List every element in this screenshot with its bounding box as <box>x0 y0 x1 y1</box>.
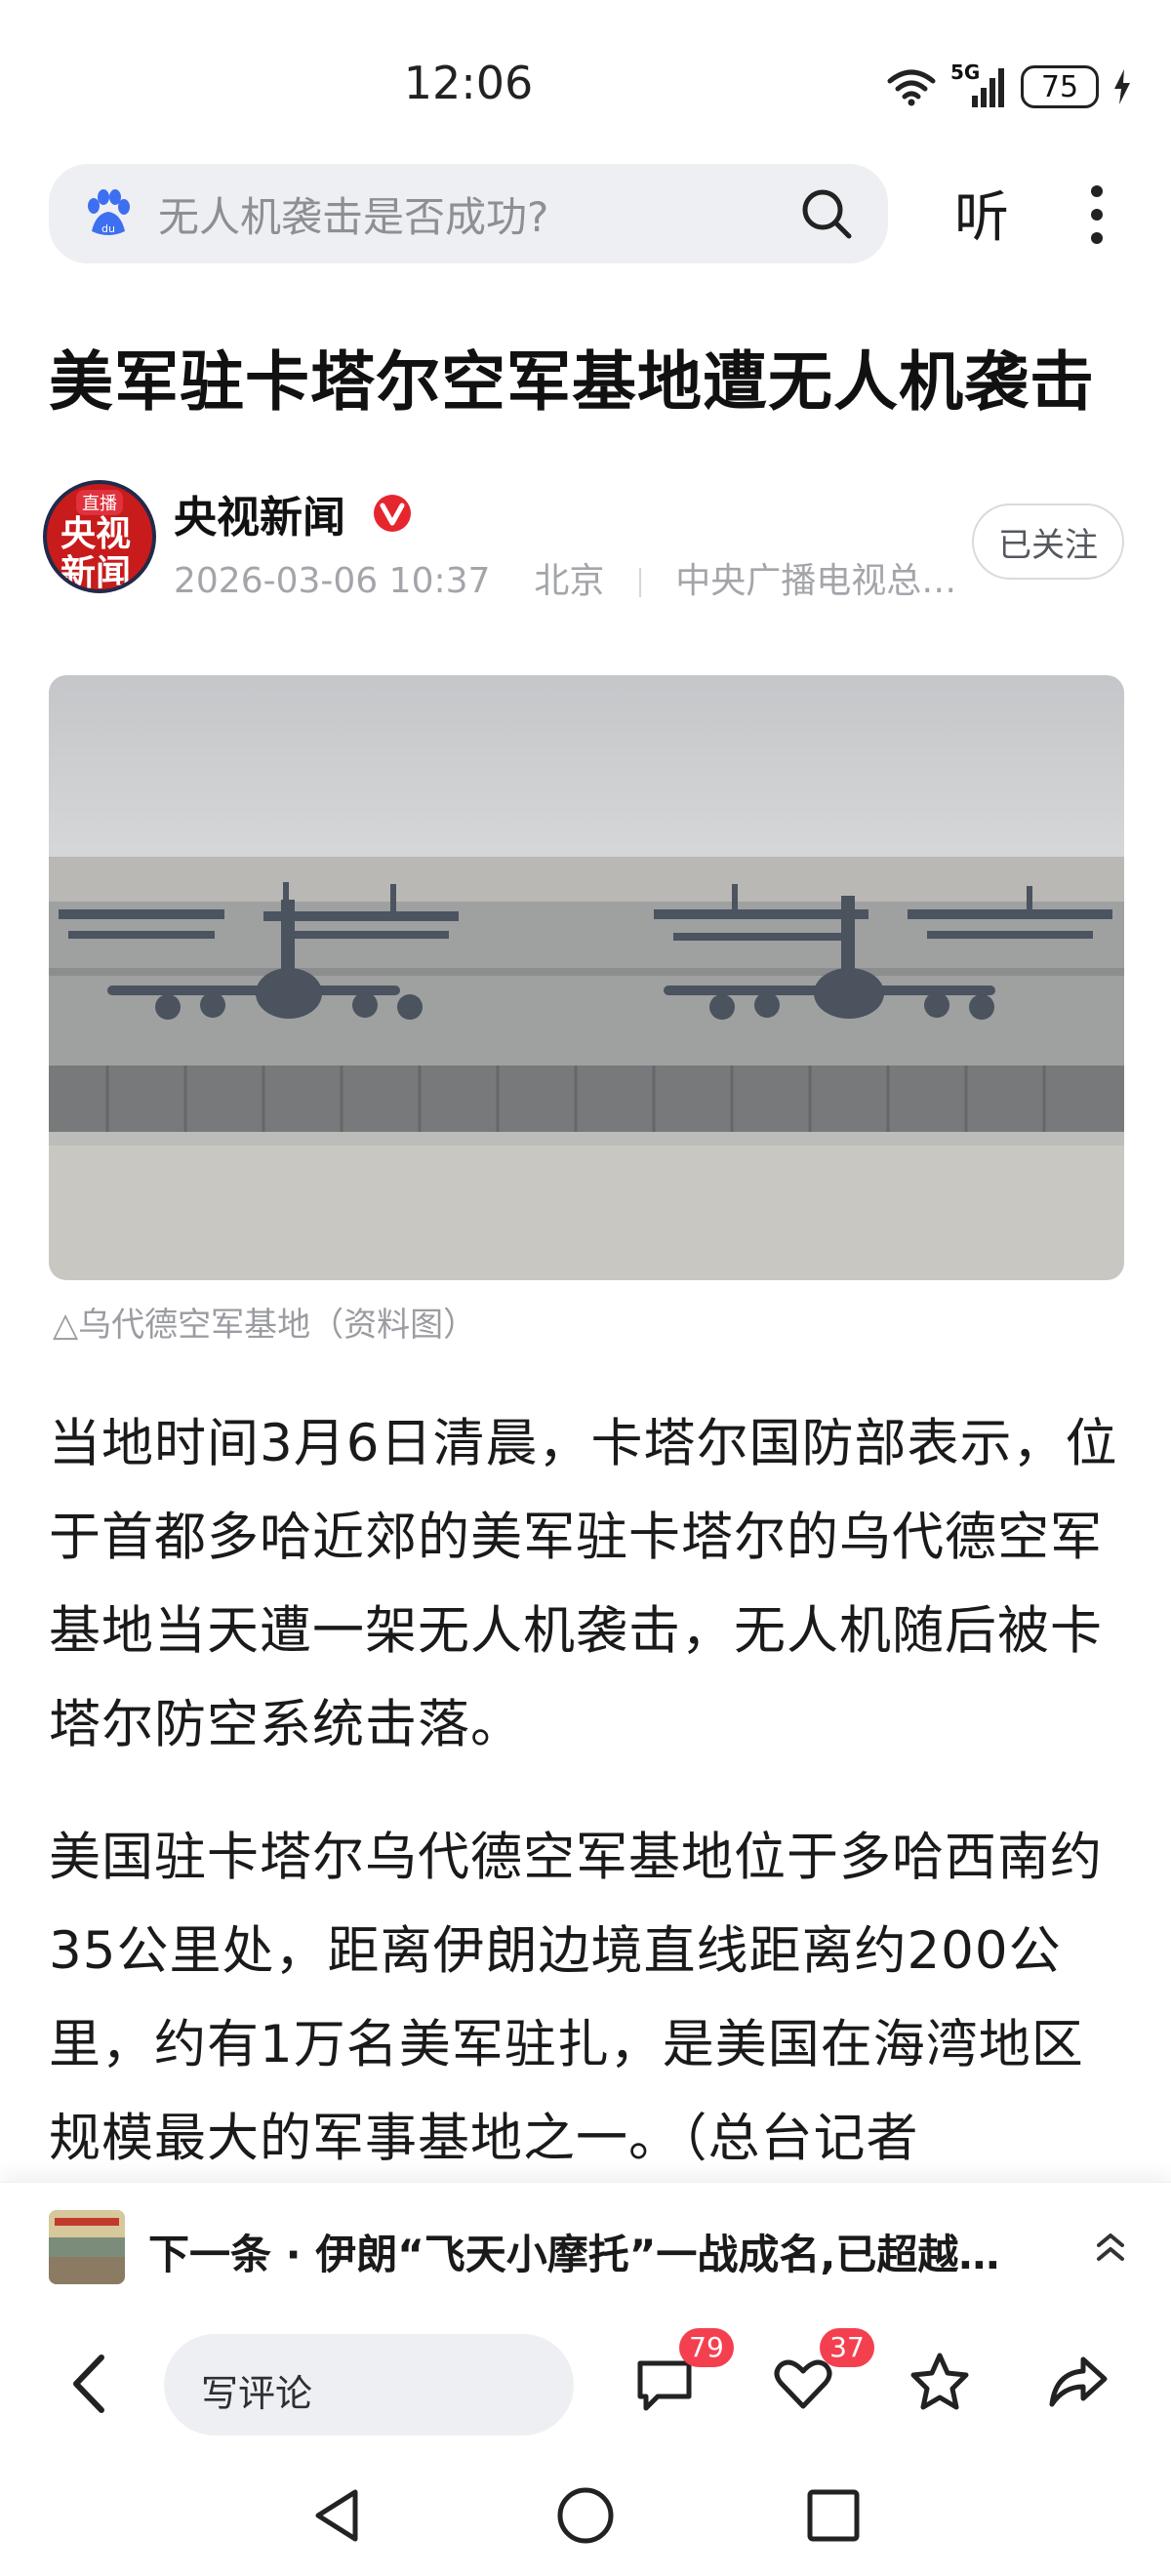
nav-back-icon[interactable] <box>306 2484 369 2547</box>
next-article-title[interactable]: 下一条 · 伊朗“飞天小摩托”一战成名,已超越… <box>148 2222 1056 2281</box>
verified-icon <box>374 495 411 532</box>
comment-count-badge: 79 <box>679 2328 734 2367</box>
comment-input[interactable]: 写评论 <box>164 2334 574 2435</box>
follow-button[interactable]: 已关注 <box>972 503 1124 580</box>
article-hero-image[interactable] <box>49 675 1124 1280</box>
double-chevron-up-icon[interactable] <box>1091 2228 1130 2267</box>
charging-icon <box>1114 69 1130 104</box>
publish-location: 北京 <box>534 561 605 601</box>
publish-date: 2026-03-06 10:37 <box>174 561 491 601</box>
network-type: 5G <box>950 60 981 84</box>
article-paragraph: 美国驻卡塔尔乌代德空军基地位于多哈西南约35公里处，距离伊朗边境直线距离约200… <box>49 1828 1103 2168</box>
search-bar[interactable]: du 无人机袭击是否成功? <box>49 164 888 263</box>
back-arrow-icon[interactable] <box>64 2350 113 2418</box>
status-icons: 5G 75 <box>886 60 1132 111</box>
wifi-icon <box>887 69 936 106</box>
battery-level: 75 <box>1040 69 1079 104</box>
listen-button[interactable]: 听 <box>954 174 1009 253</box>
article-meta: 2026-03-06 10:37 北京 中央广播电视总… <box>174 552 956 603</box>
share-icon[interactable] <box>1046 2350 1110 2414</box>
search-input[interactable]: 无人机袭击是否成功? <box>158 184 798 244</box>
article-title: 美军驻卡塔尔空军基地遭无人机袭击 <box>49 344 1095 420</box>
nav-home-icon[interactable] <box>554 2484 617 2547</box>
author-avatar[interactable]: 直播 央视 新闻 <box>43 480 156 593</box>
baidu-paw-icon: du <box>88 189 130 235</box>
system-nav-bar <box>0 2455 1171 2576</box>
star-icon[interactable] <box>908 2350 972 2414</box>
comment-placeholder: 写评论 <box>201 2372 313 2415</box>
like-count-badge: 37 <box>820 2328 874 2367</box>
svg-text:du: du <box>101 222 115 235</box>
battery-indicator: 75 <box>1021 65 1099 108</box>
bottom-toolbar: 写评论 79 37 <box>0 2309 1171 2455</box>
status-time: 12:06 <box>403 57 534 109</box>
author-name[interactable]: 央视新闻 <box>174 482 345 544</box>
meta-divider <box>638 568 641 597</box>
signal-icon: 5G <box>950 60 1007 109</box>
nav-recent-apps-icon[interactable] <box>802 2484 865 2547</box>
avatar-text-2: 新闻 <box>61 553 132 593</box>
more-menu-icon[interactable] <box>1085 183 1109 246</box>
next-article-bar[interactable]: 下一条 · 伊朗“飞天小摩托”一战成名,已超越… <box>0 2182 1171 2310</box>
image-caption: △乌代德空军基地（资料图） <box>53 1306 477 1345</box>
next-article-thumbnail <box>49 2210 125 2284</box>
article-paragraph: 当地时间3月6日清晨，卡塔尔国防部表示，位于首都多哈近郊的美军驻卡塔尔的乌代德空… <box>49 1414 1118 1754</box>
publish-source: 中央广播电视总… <box>675 561 957 601</box>
search-icon[interactable] <box>798 185 855 242</box>
